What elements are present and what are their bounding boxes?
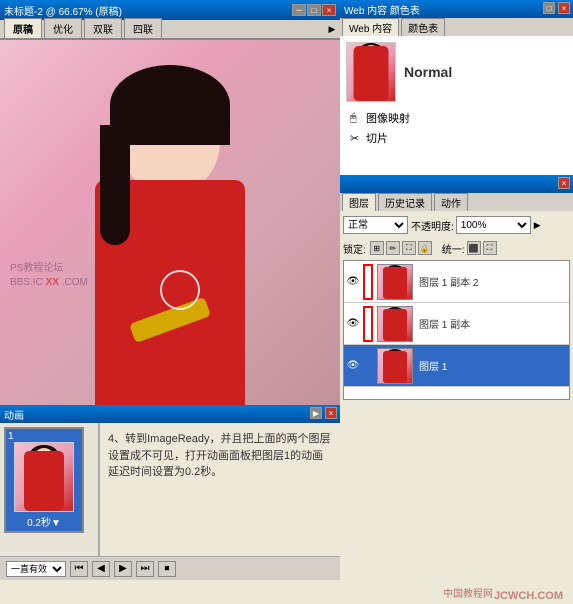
- watermark-text: PS教程论坛 BBS.IC XX .COM: [10, 262, 88, 290]
- anim-close-btn[interactable]: ×: [325, 407, 337, 419]
- tab-history[interactable]: 历史记录: [378, 193, 432, 211]
- web-panel-title-text: Web 内容 颜色表: [344, 2, 420, 17]
- lock-position-btn[interactable]: ⛶: [402, 241, 416, 255]
- lock-paint-btn[interactable]: ✏: [386, 241, 400, 255]
- doc-window-buttons: － □ ×: [292, 4, 336, 16]
- slice-label: 切片: [366, 130, 388, 146]
- lock-transparent-btn[interactable]: ⊞: [370, 241, 384, 255]
- anim-title-text: 动画: [4, 407, 336, 422]
- web-panel-tabs: Web 内容 颜色表: [340, 18, 573, 36]
- layer-red-indicator-copy1: [363, 306, 373, 342]
- arrow-right-icon: ▶: [534, 220, 541, 231]
- lock-label: 锁定:: [343, 241, 366, 256]
- layers-panel: × 图层 历史记录 动作 正常 不透明度: 100% ▶ 锁定:: [340, 175, 573, 405]
- tab-layers[interactable]: 图层: [342, 193, 376, 211]
- anim-stop-btn[interactable]: ⏹: [158, 561, 176, 577]
- layer-item-base[interactable]: 👁 图层 1: [344, 345, 569, 387]
- web-panel-title-bar: Web 内容 颜色表 □ ×: [340, 0, 573, 18]
- cursor-icon: 🖱: [350, 112, 362, 124]
- layers-title-bar: ×: [340, 175, 573, 193]
- layer-name-copy1: 图层 1 副本: [419, 316, 470, 331]
- web-menu-image-map[interactable]: 🖱 图像映射: [346, 108, 567, 128]
- girl-figure: [80, 60, 260, 440]
- anim-loop-select[interactable]: 一直有效▼: [6, 561, 66, 577]
- selection-circle: [160, 270, 200, 310]
- layer-thumbnail-copy1: [377, 306, 413, 342]
- layer-eye-base[interactable]: 👁: [346, 359, 360, 373]
- fill-icon-2[interactable]: ⛶: [483, 241, 497, 255]
- thumb-body: [354, 46, 389, 101]
- anim-frame-1[interactable]: 1 0.2秒▼: [4, 427, 84, 533]
- anim-frame-time[interactable]: 0.2秒▼: [27, 514, 61, 529]
- opacity-select[interactable]: 100%: [456, 216, 531, 234]
- doc-maximize-btn[interactable]: □: [307, 4, 321, 16]
- lock-icons-group: ⊞ ✏ ⛶ 🔒: [370, 241, 432, 255]
- illustration-background: PS教程论坛 BBS.IC XX .COM: [0, 40, 340, 440]
- layer-item-copy1[interactable]: 👁 图层 1 副本: [344, 303, 569, 345]
- anim-expand-btn[interactable]: ▶: [310, 407, 322, 419]
- normal-label: Normal: [404, 64, 452, 80]
- fill-icon-1[interactable]: ⬛: [467, 241, 481, 255]
- opacity-label: 不透明度:: [411, 218, 454, 233]
- web-content-panel: Web 内容 颜色表 □ × Web 内容 颜色表 Normal 🖱 图像映射: [340, 0, 573, 175]
- scissors-icon: ✂: [350, 132, 362, 144]
- tab-dual[interactable]: 双联: [84, 18, 122, 38]
- tab-web-content[interactable]: Web 内容: [342, 18, 399, 36]
- layers-list: 👁 图层 1 副本 2 👁: [343, 260, 570, 400]
- layer-name-copy2: 图层 1 副本 2: [419, 274, 478, 289]
- layer-name-base: 图层 1: [419, 358, 447, 373]
- web-panel-close-btn[interactable]: ×: [558, 2, 570, 14]
- tab-quad[interactable]: 四联: [124, 18, 162, 38]
- anim-frame-number: 1: [8, 431, 14, 442]
- web-content-body: Normal 🖱 图像映射 ✂ 切片: [340, 36, 573, 176]
- site-watermark: 中国教程网: [443, 585, 493, 600]
- anim-frame-thumbnail: [14, 442, 74, 512]
- layer-thumbnail-copy2: [377, 264, 413, 300]
- layer-item-copy2[interactable]: 👁 图层 1 副本 2: [344, 261, 569, 303]
- fill-label: 统一:: [442, 241, 465, 256]
- layers-close-btn[interactable]: ×: [558, 177, 570, 189]
- main-window: 未标题-2 @ 66.67% (原稿) － □ × 原稿 优化 双联 四联 ▶: [0, 0, 573, 604]
- tab-color-table[interactable]: 颜色表: [401, 18, 445, 36]
- layer-eye-copy1[interactable]: 👁: [346, 317, 360, 331]
- document-title-bar: 未标题-2 @ 66.67% (原稿) － □ ×: [0, 0, 340, 20]
- girl-hair: [110, 65, 230, 145]
- lock-all-btn[interactable]: 🔒: [418, 241, 432, 255]
- anim-next-frame-btn[interactable]: ⏭: [136, 561, 154, 577]
- animation-panel: 动画 ▶ × 1 0.2秒▼ 4、转到ImageReady，并且把上面的两个图层…: [0, 405, 340, 580]
- image-map-label: 图像映射: [366, 110, 410, 126]
- tab-original[interactable]: 原稿: [4, 18, 42, 38]
- web-panel-expand-btn[interactable]: □: [543, 2, 555, 14]
- anim-controls-bar: 一直有效▼ ⏮ ◀ ▶ ⏭ ⏹: [0, 556, 340, 580]
- document-title: 未标题-2 @ 66.67% (原稿): [4, 3, 292, 18]
- anim-first-frame-btn[interactable]: ⏮: [70, 561, 88, 577]
- web-content-preview-row: Normal: [346, 42, 567, 102]
- layer-red-indicator-copy2: [363, 264, 373, 300]
- fill-icons-group: ⬛ ⛶: [467, 241, 497, 255]
- bottom-watermark: JCWCH.COM: [494, 590, 563, 602]
- layer-thumbnail-base: [377, 348, 413, 384]
- canvas-area: PS教程论坛 BBS.IC XX .COM: [0, 40, 340, 440]
- tab-actions[interactable]: 动作: [434, 193, 468, 211]
- blend-mode-row: 正常 不透明度: 100% ▶: [343, 214, 570, 236]
- tab-arrow[interactable]: ▶: [326, 20, 338, 38]
- web-thumbnail: [346, 42, 396, 102]
- layer-eye-copy2[interactable]: 👁: [346, 275, 360, 289]
- anim-prev-frame-btn[interactable]: ◀: [92, 561, 110, 577]
- blend-mode-select[interactable]: 正常: [343, 216, 408, 234]
- doc-minimize-btn[interactable]: －: [292, 4, 306, 16]
- doc-close-btn[interactable]: ×: [322, 4, 336, 16]
- lock-row: 锁定: ⊞ ✏ ⛶ 🔒 统一: ⬛ ⛶: [343, 238, 570, 258]
- anim-play-btn[interactable]: ▶: [114, 561, 132, 577]
- tab-optimized[interactable]: 优化: [44, 18, 82, 38]
- layers-body: 正常 不透明度: 100% ▶ 锁定: ⊞ ✏ ⛶ 🔒 统一:: [340, 211, 573, 403]
- document-tabs: 原稿 优化 双联 四联 ▶: [0, 20, 340, 40]
- web-menu-slice[interactable]: ✂ 切片: [346, 128, 567, 148]
- anim-title-bar: 动画 ▶ ×: [0, 405, 340, 423]
- layers-tabs: 图层 历史记录 动作: [340, 193, 573, 211]
